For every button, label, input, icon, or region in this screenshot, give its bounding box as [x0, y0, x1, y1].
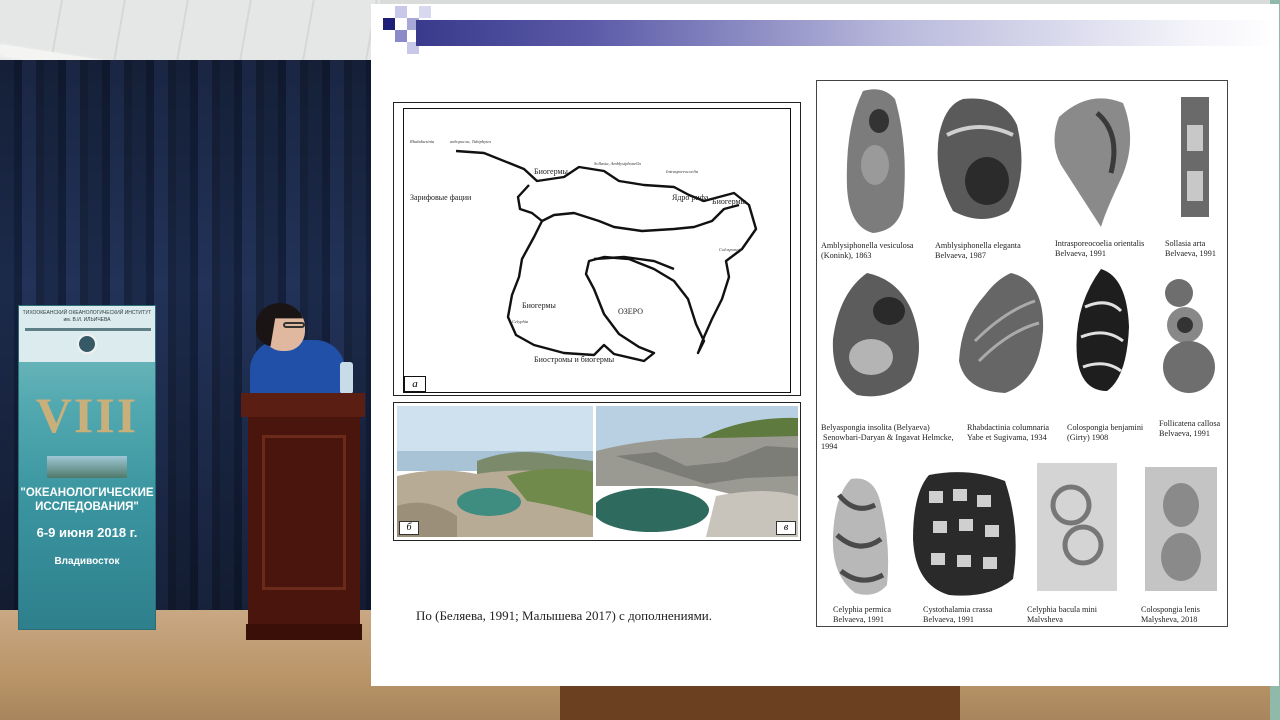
banner-city: Владивосток: [54, 556, 120, 567]
fossil-intrasporeocoelia-orientalis: [1054, 98, 1131, 227]
panel-letter-b: б: [399, 521, 419, 535]
fossil-rhabdactinia-columnaria: [959, 273, 1044, 393]
label-yadro: Ядро рифа: [672, 193, 709, 202]
fossil-label: Colospongia lenis Malysheva, 2018: [1141, 605, 1200, 624]
fossil-label: Sollasia arta Belvaeva, 1991: [1165, 239, 1216, 258]
map-note: водоросли, Tubiphytes: [450, 139, 492, 144]
map-note: Sollasia, Amblysiphonella: [594, 161, 641, 166]
fossil-belyaspongia-insolita: [832, 273, 919, 397]
fossil-label: Intrasporeocoelia orientalis Belvaeva, 1…: [1055, 239, 1145, 258]
fossil-cystothalamia-crassa: [913, 472, 1016, 596]
panel-letter-v: в: [776, 521, 796, 535]
conference-banner: ТИХООКЕАНСКИЙ ОКЕАНОЛОГИЧЕСКИЙ ИНСТИТУТ …: [18, 305, 156, 630]
projected-slide: Биогермы Зарифовые фации Ядро рифа Биоге…: [371, 4, 1279, 686]
quarry-photo-v: в: [596, 406, 798, 537]
fossil-plate: Amblysiphonella vesiculosa (Konink), 186…: [816, 80, 1228, 627]
label-ozero: ОЗЕРО: [618, 307, 643, 316]
banner-divider: [25, 328, 151, 331]
fossil-label: Cystothalamia crassa Belvaeva, 1991: [923, 605, 993, 624]
fossil-label: Rhabdactinia columnaria Yabe et Sugivama…: [967, 423, 1050, 442]
map-note: Intrasporeocoelia: [666, 169, 699, 174]
podium-top: [241, 393, 365, 417]
fossil-label: Amblysiphonella elegantа Belvaeva, 1987: [935, 241, 1021, 260]
panel-letter-a: а: [404, 376, 426, 392]
fossil-celyphia-permica: [832, 478, 889, 595]
fossil-amblysiphonella-elegantа: [937, 98, 1022, 219]
water-bottle: [340, 362, 353, 394]
reef-map: Биогермы Зарифовые фации Ядро рифа Биоге…: [403, 108, 791, 393]
slide-header: [371, 4, 1279, 60]
header-square: [419, 6, 431, 18]
label-biostromy: Биостромы и биогермы: [534, 355, 615, 364]
banner-dates: 6-9 июня 2018 г.: [36, 525, 138, 540]
fossil-sollasia-arta: [1181, 97, 1209, 217]
fossil-label: Celyphia permica Belvaeva, 1991: [833, 605, 891, 624]
stage-edge: [560, 686, 960, 720]
quarry-photo-v-image: [596, 406, 798, 537]
label-biogermy-top: Биогермы: [534, 167, 568, 176]
map-note: Celyphia: [512, 319, 529, 324]
label-biogermy-left: Биогермы: [522, 301, 556, 310]
banner-header-area: ТИХООКЕАНСКИЙ ОКЕАНОЛОГИЧЕСКИЙ ИНСТИТУТ …: [19, 306, 155, 362]
fossil-colospongia-lenis: [1145, 467, 1217, 591]
fossil-label: Follicatena callosa Belvaeva, 1991: [1159, 419, 1221, 438]
fossil-amblysiphonella-vesiculosa: [846, 89, 905, 233]
fossil-label: Celyphia bacula mini Malvsheva: [1027, 605, 1098, 624]
scene: ТИХООКЕАНСКИЙ ОКЕАНОЛОГИЧЕСКИЙ ИНСТИТУТ …: [0, 0, 1280, 720]
reef-map-figure: Биогермы Зарифовые фации Ядро рифа Биоге…: [393, 102, 801, 396]
banner-numeral: VIII: [35, 387, 139, 443]
banner-title: "ОКЕАНОЛОГИЧЕСКИЕ ИССЛЕДОВАНИЯ": [20, 487, 154, 513]
fossil-colospongia-benjamini: [1076, 269, 1129, 391]
header-square: [383, 18, 395, 30]
label-zarif: Зарифовые фации: [410, 193, 472, 202]
banner-photo: [47, 456, 127, 478]
podium-base: [246, 624, 362, 640]
institute-logo-icon: [77, 334, 97, 354]
fossil-label: Belyaspongia insolita (Belyaeva) Senowba…: [821, 423, 954, 451]
quarry-photo-b-image: [397, 406, 593, 537]
podium-panel: [262, 435, 346, 590]
map-note: Colospongia: [719, 247, 743, 252]
slide-caption: По (Беляева, 1991; Малышева 2017) с допо…: [416, 608, 713, 623]
banner-header-text: ТИХООКЕАНСКИЙ ОКЕАНОЛОГИЧЕСКИЙ ИНСТИТУТ …: [22, 310, 152, 323]
fossil-follicatena-callosa: [1163, 279, 1215, 393]
header-square: [395, 30, 407, 42]
fossil-label: Amblysiphonella vesiculosa (Konink), 186…: [821, 241, 914, 260]
speaker-body: [250, 340, 345, 395]
quarry-photo-b: б: [397, 406, 593, 537]
slide-title-bar: [416, 20, 1279, 46]
quarry-photos: б в: [393, 402, 801, 541]
label-biogermy-right: Биогермы: [712, 197, 746, 206]
fossil-celyphia-bacula-mini: [1037, 463, 1117, 591]
header-square: [395, 6, 407, 18]
fossil-label: Colospongia benjamini (Girty) 1908: [1067, 423, 1144, 442]
speaker-glasses: [283, 322, 305, 328]
map-note: Rhabdactinia: [410, 139, 435, 144]
